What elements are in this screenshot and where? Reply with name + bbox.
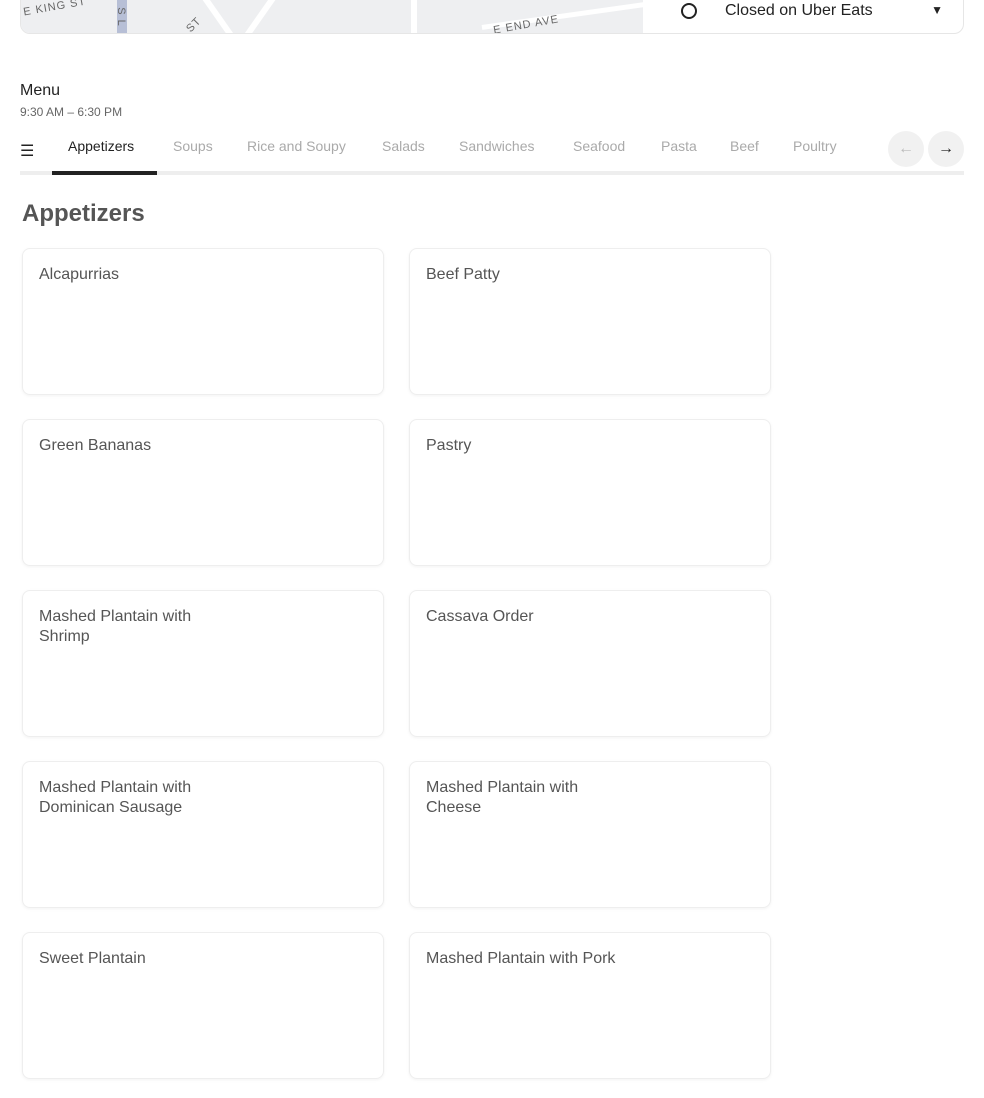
- tab-seafood[interactable]: Seafood: [573, 138, 625, 154]
- tab-salads[interactable]: Salads: [382, 138, 425, 154]
- menu-item-name: Mashed Plantain with Dominican Sausage: [39, 779, 192, 816]
- menu-item-card[interactable]: Pastry: [409, 419, 771, 566]
- category-tabs: ☰ Appetizers Soups Rice and Soupy Salads…: [20, 130, 964, 175]
- menu-item-card[interactable]: Mashed Plantain with Pork: [409, 932, 771, 1079]
- section-title: Appetizers: [22, 200, 145, 227]
- menu-title: Menu: [20, 82, 61, 99]
- menu-item-name: Mashed Plantain with Pork: [426, 950, 616, 967]
- street-label: E END AVE: [492, 13, 560, 34]
- chevron-down-icon[interactable]: ▼: [931, 3, 943, 17]
- street-label: ST: [184, 15, 204, 34]
- menu-hours: 9:30 AM – 6:30 PM: [20, 105, 123, 119]
- tab-beef[interactable]: Beef: [730, 138, 759, 154]
- menu-item-card[interactable]: Mashed Plantain with Shrimp: [22, 590, 384, 737]
- menu-item-name: Mashed Plantain with Cheese: [426, 779, 579, 816]
- menu-item-card[interactable]: Beef Patty: [409, 248, 771, 395]
- menu-item-card[interactable]: Cassava Order: [409, 590, 771, 737]
- active-tab-indicator: [52, 171, 157, 175]
- clock-icon: [681, 3, 697, 19]
- tab-rice-and-soupy[interactable]: Rice and Soupy: [247, 138, 346, 154]
- menu-item-name: Pastry: [426, 437, 472, 454]
- menu-item-name: Cassava Order: [426, 608, 534, 625]
- list-icon[interactable]: ☰: [20, 141, 34, 161]
- menu-item-name: Alcapurrias: [39, 266, 120, 283]
- menu-item-name: Mashed Plantain with Shrimp: [39, 608, 192, 645]
- menu-item-name: Sweet Plantain: [39, 950, 146, 967]
- tab-poultry[interactable]: Poultry: [793, 138, 837, 154]
- menu-item-name: Beef Patty: [426, 266, 500, 283]
- menu-item-card[interactable]: Green Bananas: [22, 419, 384, 566]
- arrow-right-icon[interactable]: →: [928, 131, 964, 167]
- street-label: E KING ST: [22, 0, 87, 19]
- arrow-left-icon[interactable]: ←: [888, 131, 924, 167]
- tab-sandwiches[interactable]: Sandwiches: [459, 138, 535, 154]
- store-status-dropdown[interactable]: Closed on Uber Eats: [681, 2, 873, 20]
- tab-soups[interactable]: Soups: [173, 138, 213, 154]
- menu-item-card[interactable]: Alcapurrias: [22, 248, 384, 395]
- store-info-card: E KING ST S L ST E END AVE Closed on Ube…: [20, 0, 964, 34]
- menu-item-card[interactable]: Mashed Plantain with Dominican Sausage: [22, 761, 384, 908]
- menu-item-card[interactable]: Sweet Plantain: [22, 932, 384, 1079]
- map[interactable]: E KING ST S L ST E END AVE: [21, 0, 643, 34]
- menu-item-name: Green Bananas: [39, 437, 152, 454]
- street-label: S L: [114, 7, 127, 27]
- tab-pasta[interactable]: Pasta: [661, 138, 697, 154]
- tab-appetizers[interactable]: Appetizers: [68, 138, 134, 154]
- menu-item-card[interactable]: Mashed Plantain with Cheese: [409, 761, 771, 908]
- store-status-label: Closed on Uber Eats: [725, 2, 873, 19]
